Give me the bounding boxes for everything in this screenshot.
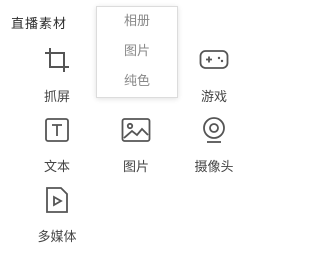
tile-multimedia[interactable]: 多媒体 bbox=[27, 184, 87, 254]
tile-webcam[interactable]: 摄像头 bbox=[184, 114, 244, 184]
tile-label: 摄像头 bbox=[194, 160, 234, 175]
webcam-icon bbox=[198, 114, 230, 146]
crop-icon bbox=[41, 44, 73, 76]
tile-text[interactable]: 文本 bbox=[27, 114, 87, 184]
tile-label: 抓屏 bbox=[43, 90, 70, 105]
tile-game[interactable]: 游戏 bbox=[184, 44, 244, 114]
tile-screen-capture[interactable]: 抓屏 bbox=[27, 44, 87, 114]
gamepad-icon bbox=[198, 44, 230, 76]
tile-label: 多媒体 bbox=[37, 230, 77, 245]
section-title: 直播素材 bbox=[11, 17, 68, 32]
text-icon bbox=[41, 114, 73, 146]
dropdown-item-solid-color[interactable]: 纯色 bbox=[97, 67, 177, 97]
tile-image[interactable]: 图片 bbox=[106, 114, 166, 184]
dropdown-item-image[interactable]: 图片 bbox=[97, 37, 177, 67]
dropdown-item-album[interactable]: 相册 bbox=[97, 7, 177, 37]
image-icon bbox=[120, 114, 152, 146]
image-source-dropdown: 相册 图片 纯色 bbox=[96, 6, 178, 98]
media-file-icon bbox=[41, 184, 73, 216]
tile-label: 游戏 bbox=[200, 90, 227, 105]
tile-label: 文本 bbox=[43, 160, 70, 175]
tile-label: 图片 bbox=[122, 160, 149, 175]
